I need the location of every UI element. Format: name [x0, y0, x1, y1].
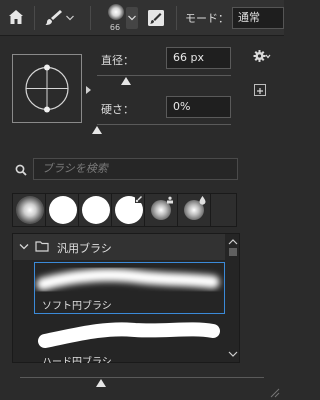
- brush-settings-panel-button[interactable]: [146, 8, 166, 28]
- soft-brush-stroke-preview: [36, 268, 220, 291]
- preview-size-slider-track[interactable]: [20, 377, 264, 378]
- recent-brush-empty: [211, 194, 236, 226]
- brush-angle-roundness-widget[interactable]: [12, 54, 82, 123]
- brush-settings-icon: [148, 10, 164, 26]
- toolbar-divider: [34, 6, 35, 30]
- size-label: 直径：: [101, 54, 134, 67]
- search-icon: [15, 164, 27, 176]
- recent-brush[interactable]: [145, 194, 178, 226]
- brush-icon: [45, 10, 62, 25]
- chevron-down-icon: [19, 244, 29, 250]
- home-button[interactable]: [3, 4, 29, 30]
- hardness-slider-track[interactable]: [97, 124, 231, 125]
- recent-brushes: [12, 193, 237, 227]
- brush-tip-preview: [108, 4, 124, 20]
- chevron-down-icon: [128, 15, 136, 21]
- panel-settings-button[interactable]: [253, 48, 271, 64]
- plus-icon: [257, 88, 263, 94]
- hardness-label: 硬さ：: [101, 103, 134, 116]
- brush-list: 汎用ブラシ ソフト円ブラシ ハード円ブラシ: [12, 233, 240, 363]
- water-drop-icon: [199, 196, 206, 205]
- hardness-slider-knob[interactable]: [92, 126, 102, 134]
- brush-group-name: 汎用ブラシ: [57, 242, 112, 255]
- new-preset-button[interactable]: [254, 84, 266, 96]
- home-icon: [9, 10, 23, 24]
- size-slider-track[interactable]: [97, 75, 231, 76]
- recent-brush[interactable]: [13, 194, 46, 226]
- brush-search-input[interactable]: ブラシを検索: [33, 158, 238, 180]
- angle-handle[interactable]: [86, 86, 91, 94]
- size-slider-knob[interactable]: [121, 77, 132, 85]
- preset-dropdown-button[interactable]: [126, 7, 138, 29]
- brush-name: ソフト円ブラシ: [42, 301, 112, 312]
- folder-icon: [35, 241, 49, 252]
- recent-brush[interactable]: [46, 194, 79, 226]
- scroll-up-icon: [228, 239, 238, 245]
- recent-brush[interactable]: [178, 194, 211, 226]
- brush-preset-badge-icon: [135, 195, 143, 203]
- hard-brush-stroke-preview: [38, 322, 220, 348]
- chevron-down-icon: [66, 15, 74, 21]
- options-bar: 66 モード： 通常: [0, 0, 284, 36]
- brush-item-hard-round[interactable]: ハード円ブラシ: [34, 316, 225, 364]
- brush-list-scrollbar[interactable]: [227, 238, 239, 360]
- brush-group-general[interactable]: 汎用ブラシ: [13, 234, 225, 260]
- scroll-down-icon: [228, 351, 238, 357]
- brush-preset-panel: 直径： 66 px 硬さ： 0% ブラシを検索 汎用ブラシ ソフト円ブラシ ハー…: [0, 37, 284, 400]
- preview-size-slider-knob[interactable]: [95, 379, 106, 387]
- toolbar-divider: [176, 6, 177, 30]
- hardness-input[interactable]: 0%: [166, 96, 231, 118]
- mode-label: モード：: [185, 12, 229, 25]
- size-input[interactable]: 66 px: [166, 47, 231, 69]
- recent-brush[interactable]: [79, 194, 112, 226]
- brush-tool-button[interactable]: [42, 5, 76, 31]
- blend-mode-select[interactable]: 通常: [232, 7, 284, 29]
- recent-brush[interactable]: [112, 194, 145, 226]
- gear-icon: [253, 50, 271, 62]
- scrollbar-thumb[interactable]: [229, 248, 237, 256]
- brush-item-soft-round[interactable]: ソフト円ブラシ: [34, 262, 225, 314]
- stamp-icon: [167, 196, 173, 204]
- brush-name: ハード円ブラシ: [42, 357, 112, 364]
- resize-grip-icon[interactable]: [268, 386, 280, 398]
- angle-roundness-icon: [25, 64, 69, 113]
- toolbar-divider: [90, 6, 91, 30]
